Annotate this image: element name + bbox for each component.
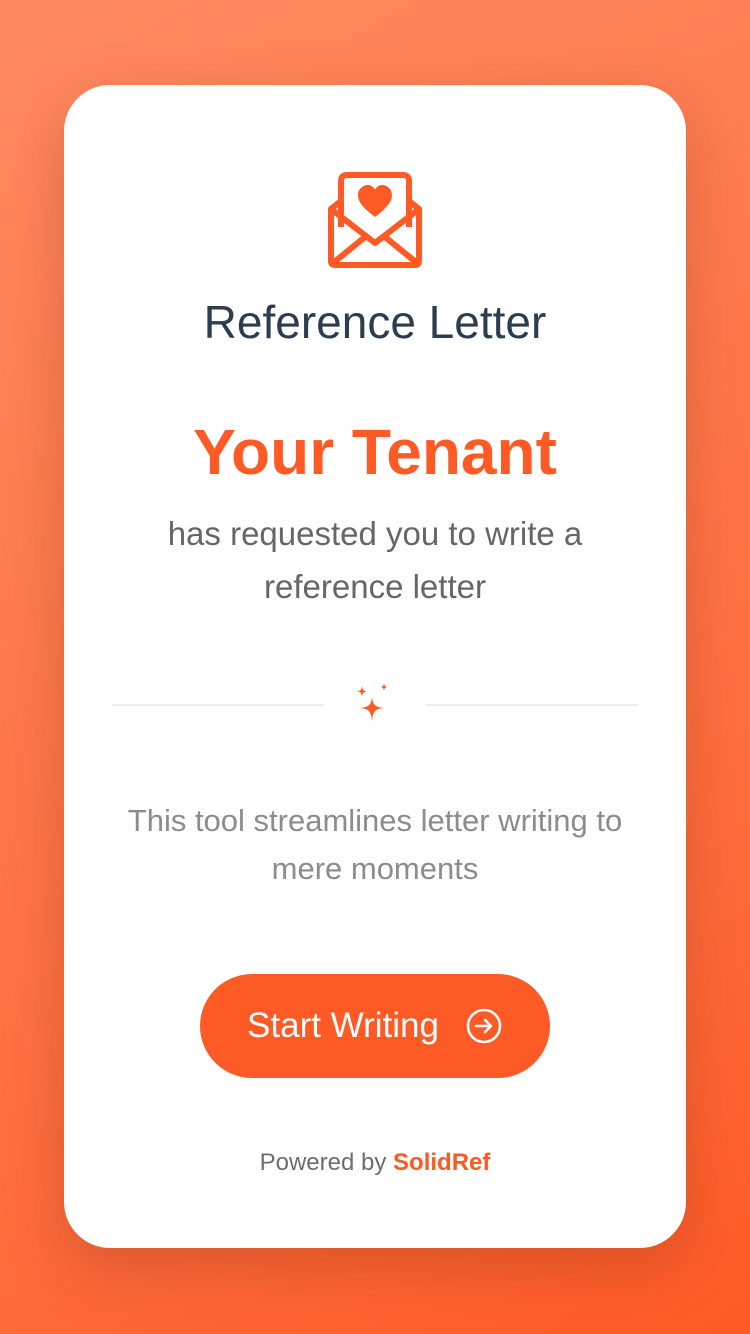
start-writing-label: Start Writing: [247, 1006, 439, 1045]
reference-card: Reference Letter Your Tenant has request…: [64, 85, 686, 1248]
powered-by-label: Powered by: [259, 1149, 387, 1176]
start-writing-button[interactable]: Start Writing: [200, 974, 550, 1078]
sparkle-icon: [357, 683, 388, 721]
page-title: Reference Letter: [203, 296, 547, 348]
brand-link[interactable]: SolidRef: [393, 1149, 490, 1176]
tool-description: This tool streamlines letter writing to …: [127, 803, 623, 886]
requester-name: Your Tenant: [193, 416, 557, 488]
arrow-right-circle-icon: [466, 1008, 502, 1044]
request-message: has requested you to write a reference l…: [167, 515, 583, 605]
powered-by-footer: Powered by SolidRef: [64, 1149, 686, 1177]
divider-left: [112, 704, 324, 706]
divider-right: [426, 704, 638, 706]
envelope-heart-icon: [328, 172, 422, 268]
